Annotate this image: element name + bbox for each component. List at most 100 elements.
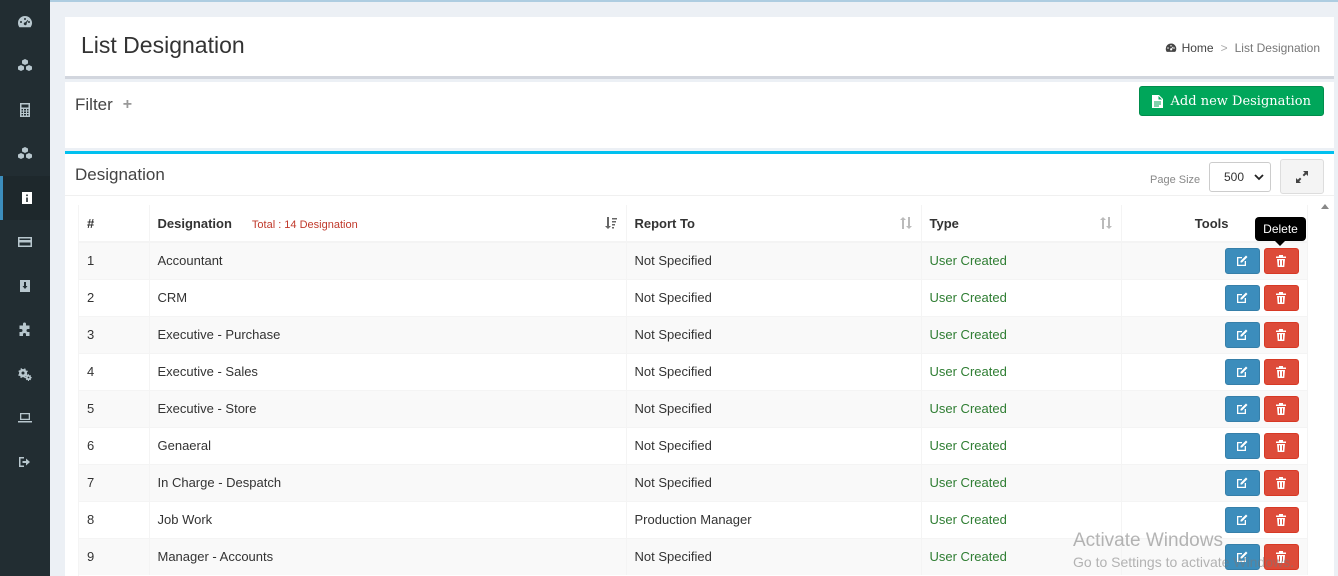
column-header-tools-label: Tools — [1194, 215, 1229, 231]
edit-button[interactable] — [1224, 395, 1260, 422]
sidebar-item-logout[interactable] — [0, 440, 50, 484]
edit-button[interactable] — [1224, 543, 1260, 570]
edit-button[interactable] — [1224, 321, 1260, 348]
column-header-report-to-label: Report To — [634, 215, 695, 231]
cell-number: 9 — [79, 537, 150, 575]
delete-button[interactable] — [1263, 432, 1299, 459]
cell-designation: Genaeral — [149, 426, 627, 464]
table-row: 7 In Charge - Despatch Not Specified User C… — [79, 463, 1308, 501]
sidebar-item-settings[interactable] — [0, 352, 50, 396]
page-size-label: Page Size — [1150, 174, 1201, 186]
column-header-type[interactable]: Type — [921, 205, 1122, 243]
sidebar-item-inventory[interactable] — [0, 44, 50, 88]
sort-icon[interactable] — [1099, 216, 1113, 230]
chevron-down-icon — [1254, 174, 1264, 181]
page-header: List Designation Home > List Designation — [65, 17, 1334, 79]
edit-icon — [1237, 477, 1248, 488]
column-header-type-label: Type — [929, 215, 959, 231]
cell-number: 1 — [79, 241, 150, 279]
column-header-report-to[interactable]: Report To — [626, 205, 922, 243]
top-accent-line — [50, 0, 1338, 2]
plus-icon[interactable]: + — [123, 96, 132, 114]
table-row: 1 Accountant Not Specified User Created — [79, 241, 1308, 279]
sidebar-item-payments[interactable] — [0, 220, 50, 264]
cell-tools — [1121, 500, 1308, 538]
cell-tools — [1121, 463, 1308, 501]
sidebar-item-archive[interactable] — [0, 264, 50, 308]
cell-tools — [1121, 389, 1308, 427]
trash-icon — [1276, 254, 1286, 267]
cell-report-to: Not Specified — [626, 241, 922, 279]
sidebar-item-designation[interactable] — [0, 176, 50, 220]
delete-button[interactable] — [1263, 543, 1299, 570]
trash-icon — [1276, 439, 1286, 452]
cell-type: User Created — [921, 315, 1122, 353]
sidebar-item-dashboard[interactable] — [0, 0, 50, 44]
trash-icon — [1276, 291, 1286, 304]
sidebar-item-production[interactable] — [0, 132, 50, 176]
cell-number: 2 — [79, 278, 150, 316]
edit-button[interactable] — [1224, 432, 1260, 459]
credit-card-icon — [18, 237, 32, 247]
sidebar-item-modules[interactable] — [0, 308, 50, 352]
column-header-designation-label: Designation — [157, 215, 232, 231]
delete-button[interactable] — [1263, 469, 1299, 496]
column-header-designation[interactable]: Designation Total : 14 Designation — [149, 205, 627, 243]
delete-button[interactable] — [1263, 395, 1299, 422]
sort-icon[interactable] — [899, 216, 913, 230]
cell-type: User Created — [921, 500, 1122, 538]
edit-button[interactable] — [1224, 469, 1260, 496]
table-row: 2 CRM Not Specified User Created — [79, 278, 1308, 316]
trash-icon — [1276, 550, 1286, 563]
cell-report-to: Production Manager — [626, 500, 922, 538]
delete-button[interactable] — [1263, 321, 1299, 348]
sidebar-item-accounts[interactable] — [0, 88, 50, 132]
filter-title: Filter — [75, 95, 113, 114]
delete-button[interactable] — [1263, 358, 1299, 385]
dashboard-icon — [18, 16, 32, 28]
designation-table: # Designation Total : 14 Designation Repo… — [79, 205, 1308, 575]
cell-report-to: Not Specified — [626, 352, 922, 390]
cell-report-to: Not Specified — [626, 537, 922, 575]
cell-type: User Created — [921, 537, 1122, 575]
cell-number: 5 — [79, 389, 150, 427]
cell-type: User Created — [921, 352, 1122, 390]
delete-button[interactable] — [1263, 284, 1299, 311]
delete-button[interactable] — [1263, 247, 1299, 274]
sort-ascending-icon[interactable] — [604, 216, 618, 230]
trash-icon — [1276, 402, 1286, 415]
table-row: 6 Genaeral Not Specified User Created — [79, 426, 1308, 464]
edit-button[interactable] — [1224, 284, 1260, 311]
cell-tools — [1121, 426, 1308, 464]
edit-icon — [1237, 440, 1248, 451]
edit-button[interactable] — [1224, 506, 1260, 533]
calculator-icon — [20, 103, 30, 117]
laptop-icon — [18, 413, 32, 423]
breadcrumb-home-link[interactable]: Home — [1182, 41, 1214, 55]
add-designation-button[interactable]: Add new Designation — [1138, 86, 1324, 116]
breadcrumb-current: List Designation — [1234, 41, 1320, 55]
delete-button[interactable] — [1263, 506, 1299, 533]
page-size-value: 500 — [1224, 170, 1245, 184]
cell-designation: Manager - Accounts — [149, 537, 627, 575]
edit-icon — [1237, 366, 1248, 377]
edit-button[interactable] — [1224, 358, 1260, 385]
edit-icon — [1237, 514, 1248, 525]
page-size-select[interactable]: 500 — [1209, 162, 1271, 192]
cell-report-to: Not Specified — [626, 389, 922, 427]
cell-report-to: Not Specified — [626, 426, 922, 464]
trash-icon — [1276, 513, 1286, 526]
filter-header[interactable]: Filter + — [75, 95, 132, 115]
scroll-up-arrow[interactable] — [1321, 204, 1329, 209]
cell-type: User Created — [921, 278, 1122, 316]
edit-button[interactable] — [1224, 247, 1260, 274]
designation-icon — [21, 192, 32, 204]
trash-icon — [1276, 476, 1286, 489]
edit-icon — [1237, 255, 1248, 266]
breadcrumb: Home > List Designation — [1165, 41, 1320, 55]
fullscreen-button[interactable] — [1280, 159, 1324, 194]
table-row: 9 Manager - Accounts Not Specified User Cre… — [79, 537, 1308, 575]
cell-designation: Executive - Sales — [149, 352, 627, 390]
file-icon — [1151, 94, 1163, 108]
sidebar-item-devices[interactable] — [0, 396, 50, 440]
